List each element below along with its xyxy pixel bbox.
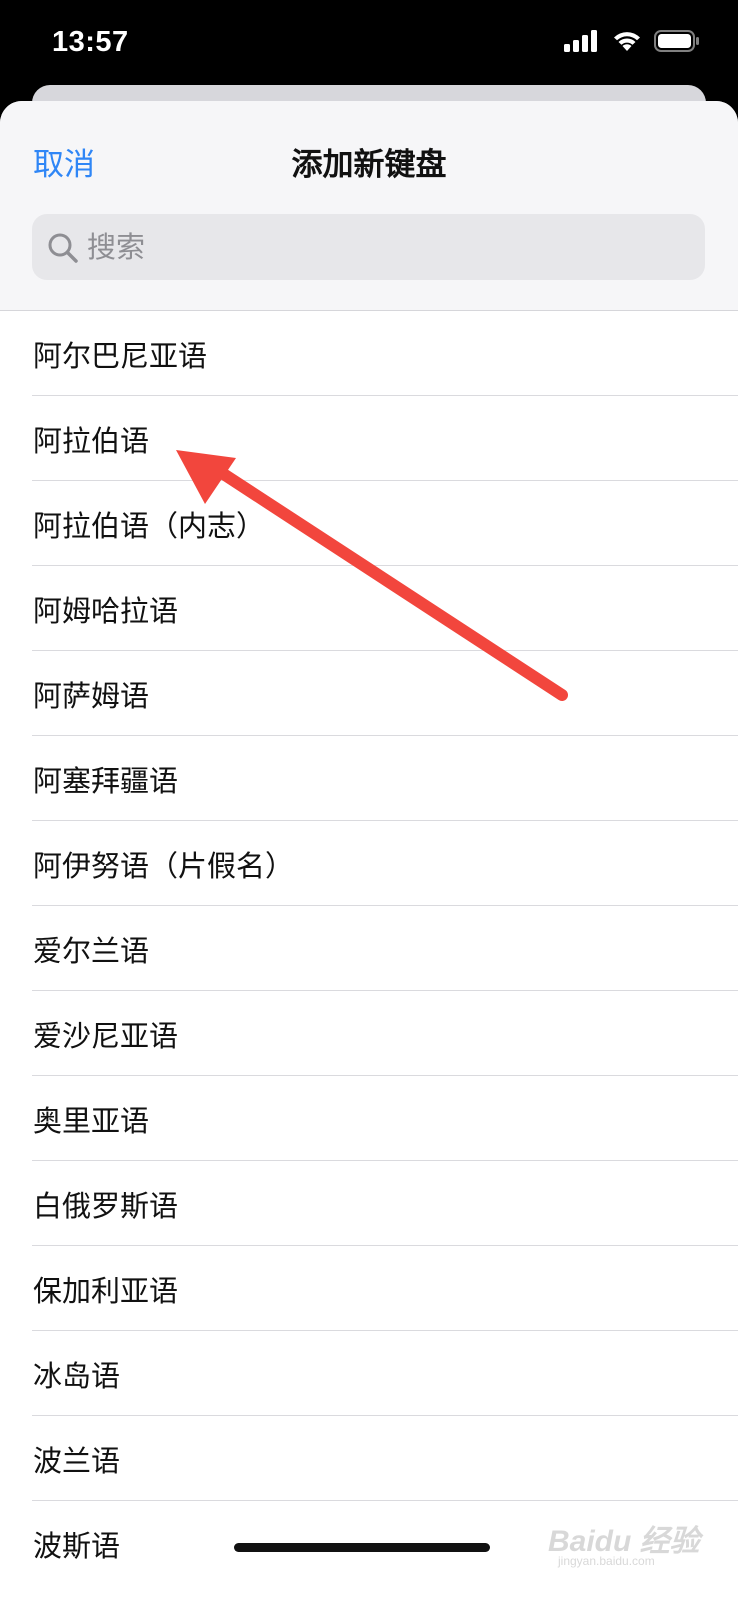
language-item[interactable]: 阿拉伯语（内志） (0, 481, 738, 566)
search-icon (46, 231, 80, 265)
sheet-title: 添加新键盘 (291, 147, 447, 183)
language-item[interactable]: 阿尔巴尼亚语 (0, 311, 738, 396)
search-input[interactable] (87, 214, 687, 280)
language-item[interactable]: 阿拉伯语 (0, 396, 738, 481)
language-label: 奥里亚语 (33, 1103, 150, 1138)
phone-screen: 13:57 取消 添加新键盘 搜索 阿尔巴尼亚语 阿拉伯语 阿拉伯语（内志） 阿… (0, 0, 738, 1600)
status-time: 13:57 (52, 26, 129, 58)
battery-icon (654, 30, 700, 56)
language-label: 爱尔兰语 (33, 933, 150, 968)
wifi-icon (612, 30, 642, 56)
language-label: 波斯语 (33, 1528, 121, 1563)
sheet-header: 取消 添加新键盘 (0, 101, 738, 311)
language-item[interactable]: 白俄罗斯语 (0, 1161, 738, 1246)
language-item[interactable]: 波兰语 (0, 1416, 738, 1501)
language-label: 阿萨姆语 (33, 678, 150, 713)
language-label: 白俄罗斯语 (33, 1188, 179, 1223)
status-icons (564, 30, 700, 56)
language-item[interactable]: 阿塞拜疆语 (0, 736, 738, 821)
language-item[interactable]: 阿萨姆语 (0, 651, 738, 736)
language-label: 阿塞拜疆语 (33, 763, 179, 798)
language-item[interactable]: 爱尔兰语 (0, 906, 738, 991)
language-list: 阿尔巴尼亚语 阿拉伯语阿拉伯语（内志） 阿姆哈拉语阿萨姆语阿塞拜疆语阿伊努语（片假名… (0, 311, 738, 1586)
language-label: 阿伊努语（片假名） (33, 848, 295, 883)
language-label: 阿尔巴尼亚语 (33, 338, 208, 373)
language-item[interactable]: 阿伊努语（片假名） (0, 821, 738, 906)
language-item[interactable]: 阿姆哈拉语 (0, 566, 738, 651)
status-bar: 13:57 (0, 0, 738, 88)
language-label: 冰岛语 (33, 1358, 121, 1393)
language-item[interactable]: 奥里亚语 (0, 1076, 738, 1161)
language-item[interactable]: 冰岛语 (0, 1331, 738, 1416)
language-label: 波兰语 (33, 1443, 121, 1478)
language-label: 阿拉伯语 (33, 423, 150, 458)
language-label: 阿姆哈拉语 (33, 593, 179, 628)
home-indicator[interactable] (234, 1543, 490, 1552)
language-item[interactable]: 爱沙尼亚语 (0, 991, 738, 1076)
language-label: 阿拉伯语（内志） (33, 508, 266, 543)
language-item[interactable]: 保加利亚语 (0, 1246, 738, 1331)
cellular-signal-icon (564, 30, 600, 56)
language-label: 保加利亚语 (33, 1273, 179, 1308)
add-keyboard-sheet: 取消 添加新键盘 阿尔巴尼亚语阿拉伯语阿拉伯语（内志） 阿姆哈拉语阿萨姆语阿塞拜疆… (0, 101, 738, 1600)
search-bar[interactable] (32, 214, 705, 280)
language-label: 爱沙尼亚语 (33, 1018, 179, 1053)
